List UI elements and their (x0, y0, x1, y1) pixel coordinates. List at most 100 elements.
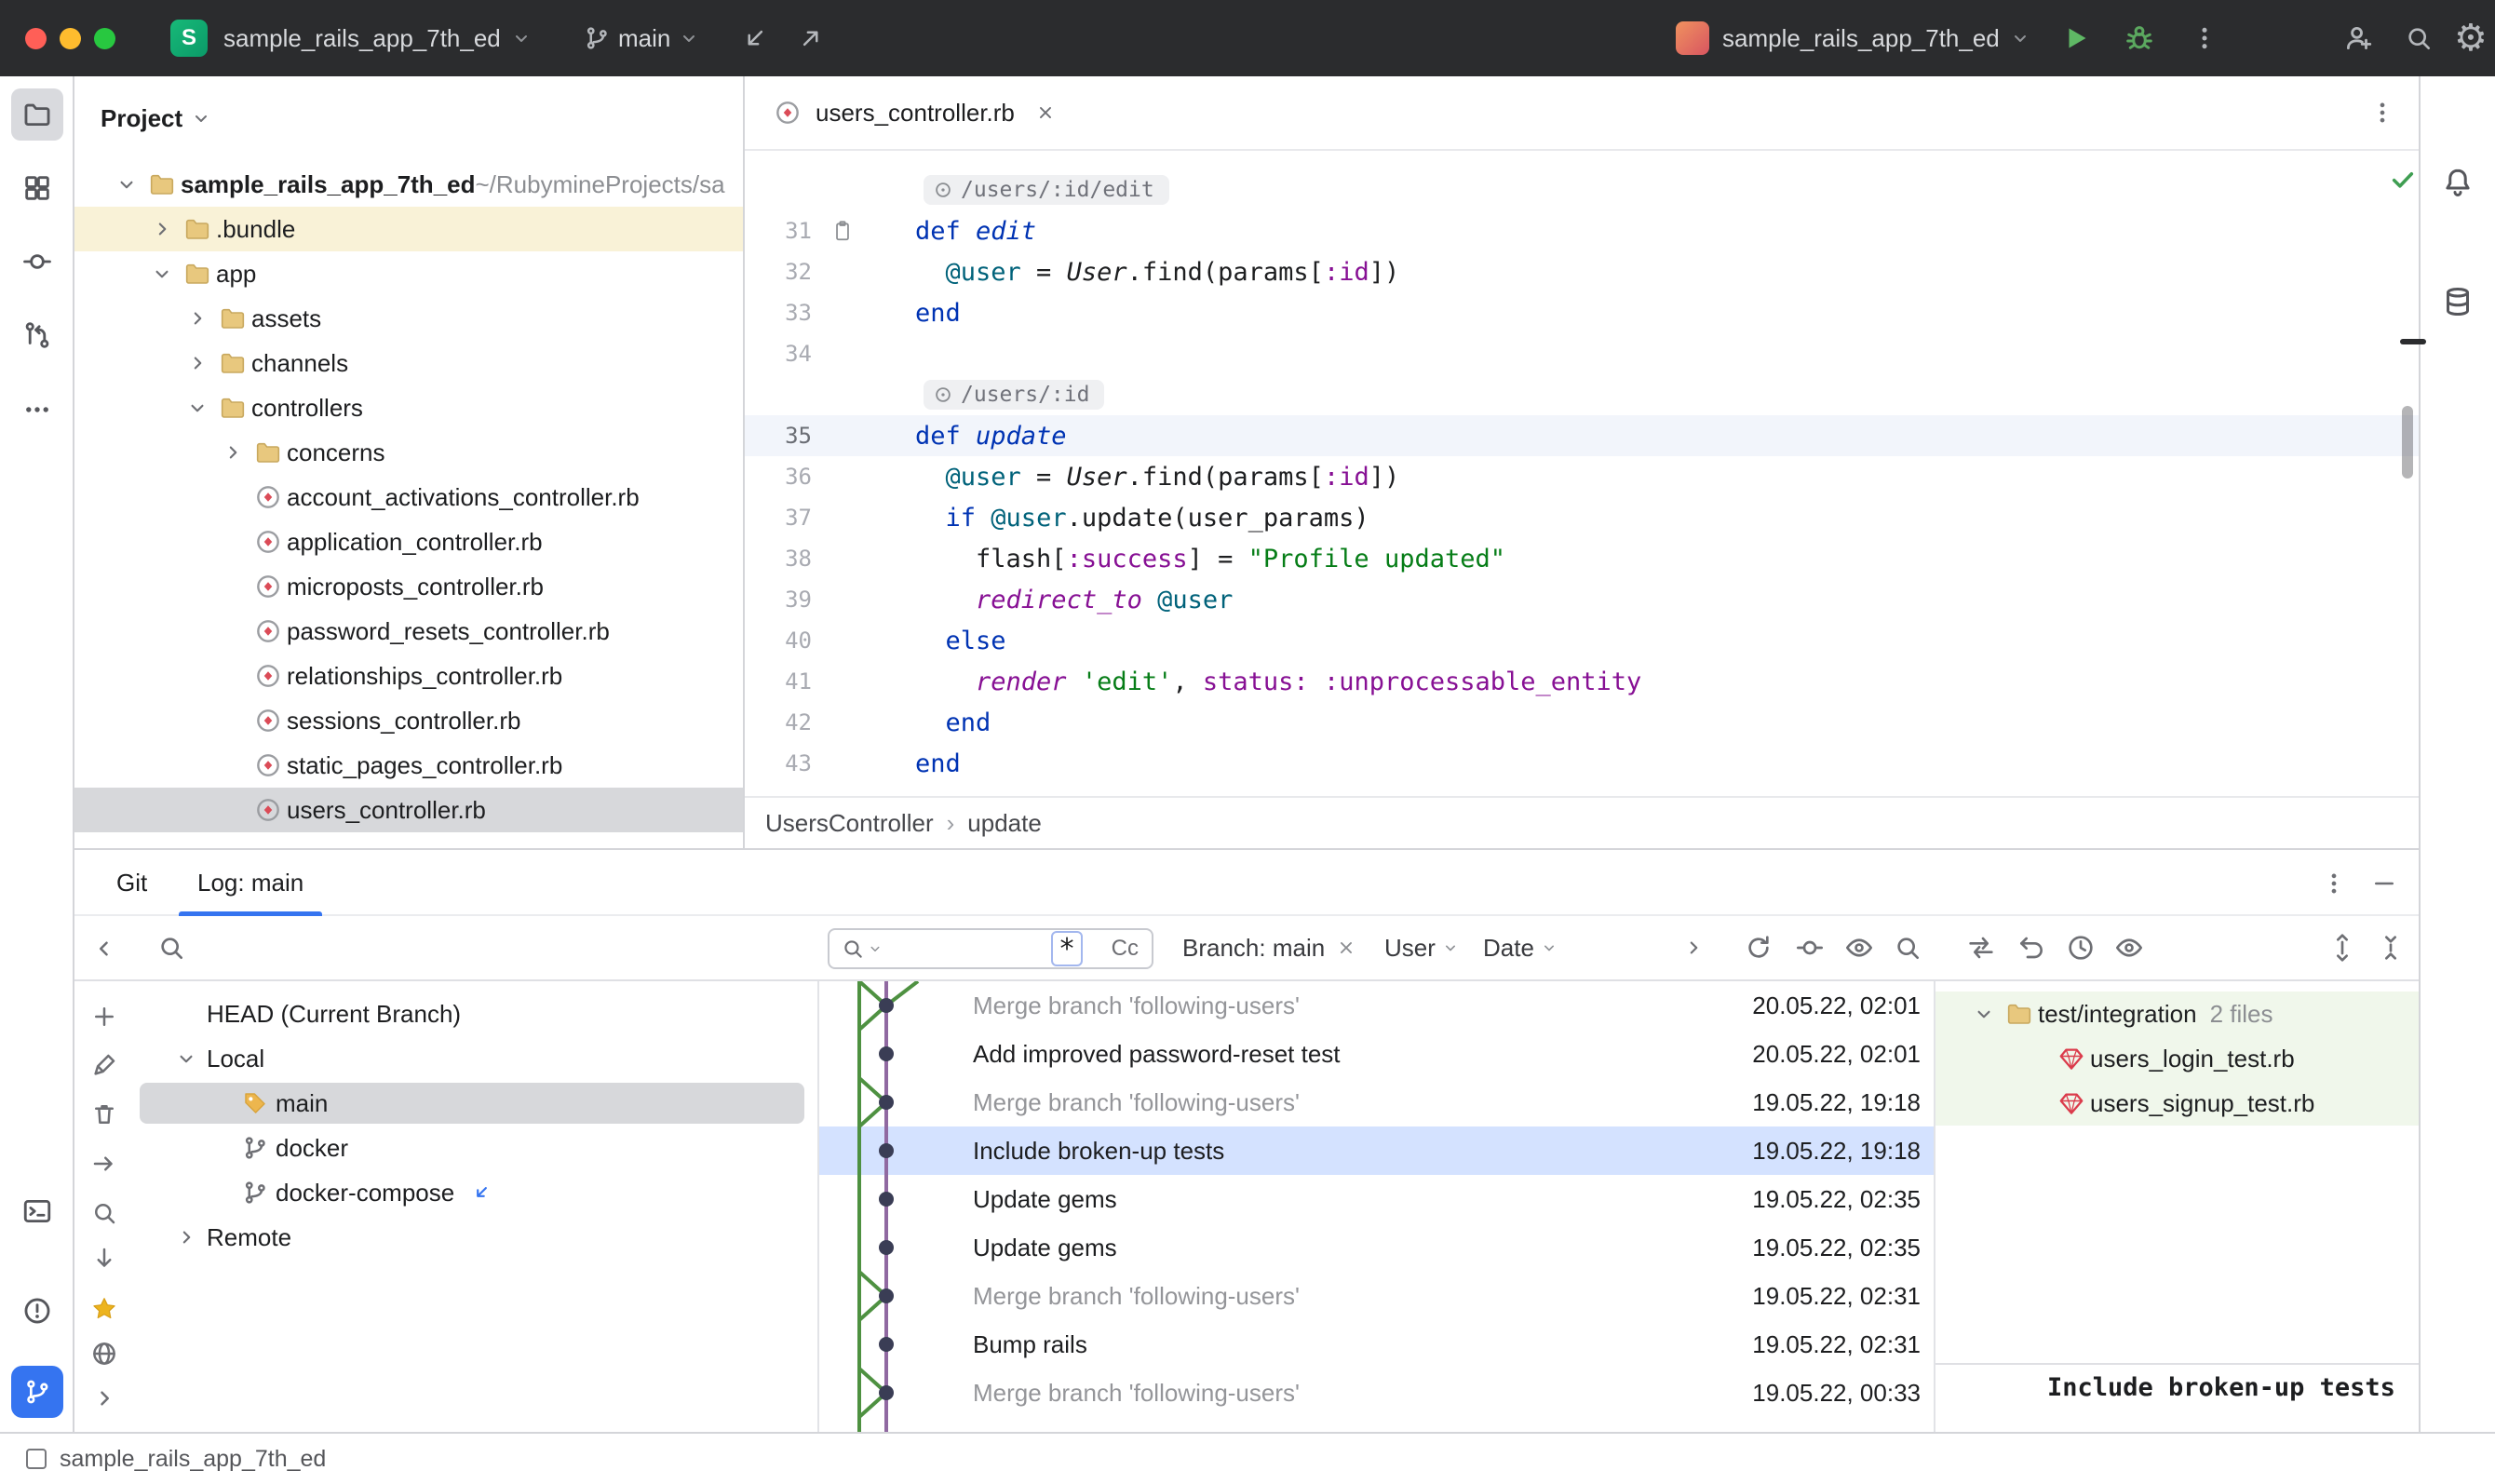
match-case-toggle[interactable]: Cc (1112, 936, 1139, 962)
project-widget[interactable]: sample_rails_app_7th_ed (223, 0, 533, 76)
commit-tool-button[interactable] (11, 236, 63, 288)
favorite-branches-button[interactable] (84, 1288, 125, 1329)
line-number[interactable]: 37 (745, 505, 812, 531)
project-tree-item[interactable]: channels (74, 341, 743, 385)
commit-graph-button[interactable] (1795, 916, 1825, 979)
regex-toggle[interactable]: * (1051, 931, 1083, 966)
line-number[interactable]: 41 (745, 668, 812, 695)
search-branches-button[interactable] (84, 1193, 125, 1234)
editor-tab-options-button[interactable] (2368, 76, 2396, 149)
status-project-widget[interactable]: sample_rails_app_7th_ed (26, 1434, 326, 1484)
clipboard-gutter-icon[interactable] (830, 219, 855, 243)
branch-row[interactable]: docker-compose (134, 1170, 817, 1215)
code-line[interactable]: 34 (745, 333, 2419, 374)
code-line[interactable]: 32 @user = User.find(params[:id]) (745, 251, 2419, 292)
line-number[interactable]: 31 (745, 218, 812, 244)
commit-row[interactable]: Update gems19.05.22, 02:35 (819, 1175, 1934, 1223)
rename-branch-button[interactable] (84, 1045, 125, 1086)
code-line[interactable]: 38 flash[:success] = "Profile updated" (745, 538, 2419, 579)
problems-tool-button[interactable] (11, 1285, 63, 1337)
line-number[interactable]: 33 (745, 300, 812, 326)
fetch-button[interactable] (84, 1238, 125, 1279)
more-run-actions-button[interactable] (2190, 0, 2219, 76)
project-tree-item[interactable]: concerns (74, 430, 743, 475)
changed-file-row[interactable]: users_signup_test.rb (1935, 1081, 2419, 1126)
user-filter[interactable]: User (1384, 916, 1460, 979)
git-panel-options-button[interactable] (2320, 850, 2348, 916)
editor-scrollbar-thumb[interactable] (2402, 406, 2413, 479)
git-tool-button-active[interactable] (11, 1366, 63, 1418)
changed-dir-row[interactable]: test/integration2 files (1935, 992, 2419, 1036)
hide-git-panel-button[interactable] (2370, 850, 2398, 916)
project-tree-item[interactable]: users_controller.rb (74, 788, 743, 832)
line-number[interactable]: 39 (745, 587, 812, 613)
delete-branch-button[interactable] (84, 1094, 125, 1135)
code-editor[interactable]: /users/:id/edit 31def edit32 @user = User… (745, 151, 2419, 796)
expand-all-button[interactable] (2327, 916, 2357, 979)
project-tree-item[interactable]: app (74, 251, 743, 296)
collapse-all-button[interactable] (2376, 916, 2406, 979)
branch-row[interactable]: Remote (134, 1215, 817, 1260)
file-history-button[interactable] (2066, 916, 2096, 979)
editor-tab[interactable]: users_controller.rb (773, 76, 1056, 149)
project-tree-item[interactable]: application_controller.rb (74, 519, 743, 564)
run-button[interactable] (2059, 0, 2093, 76)
minimize-window-button[interactable] (60, 28, 81, 49)
checkout-button[interactable] (84, 1143, 125, 1184)
code-line[interactable]: 43end (745, 743, 2419, 784)
remote-branches-button[interactable] (84, 1333, 125, 1374)
debug-button[interactable] (2123, 0, 2156, 76)
project-tree-item[interactable]: .bundle (74, 207, 743, 251)
close-tab-icon[interactable] (1035, 102, 1056, 123)
more-filters-button[interactable] (1681, 916, 1706, 979)
code-with-me-button[interactable] (2342, 0, 2374, 76)
commit-row[interactable]: Merge branch 'following-users'19.05.22, … (819, 1369, 1934, 1417)
chevron-down-icon[interactable] (1967, 1002, 2001, 1026)
commit-row[interactable]: Bump rails19.05.22, 02:31 (819, 1320, 1934, 1369)
structure-tool-button[interactable] (11, 162, 63, 214)
code-line[interactable]: 36 @user = User.find(params[:id]) (745, 456, 2419, 497)
commit-row[interactable]: Merge branch 'following-users'19.05.22, … (819, 1272, 1934, 1320)
project-tool-button[interactable] (11, 88, 63, 141)
code-line[interactable]: 41 render 'edit', status: :unprocessable… (745, 661, 2419, 702)
code-line[interactable]: 37 if @user.update(user_params) (745, 497, 2419, 538)
code-line[interactable]: 31def edit (745, 210, 2419, 251)
line-number[interactable]: 40 (745, 627, 812, 654)
go-to-hash-button[interactable] (1893, 916, 1922, 979)
hide-branches-button[interactable] (84, 928, 125, 969)
line-number[interactable]: 42 (745, 709, 812, 735)
project-panel-header[interactable]: Project (101, 76, 212, 160)
date-filter[interactable]: Date (1483, 916, 1558, 979)
more-tool-windows-button[interactable] (11, 384, 63, 436)
line-number[interactable]: 43 (745, 750, 812, 776)
inspections-status[interactable] (2389, 166, 2417, 200)
code-line[interactable]: 42 end (745, 702, 2419, 743)
commit-row[interactable]: Merge branch 'following-users'19.05.22, … (819, 1078, 1934, 1126)
branch-row[interactable]: HEAD (Current Branch) (134, 992, 817, 1036)
breadcrumb-class[interactable]: UsersController (765, 809, 934, 838)
new-branch-button[interactable] (84, 996, 125, 1037)
project-tree-item[interactable]: assets (74, 296, 743, 341)
project-tree-item[interactable]: sessions_controller.rb (74, 698, 743, 743)
branches-search-button[interactable] (156, 916, 186, 979)
branch-row[interactable]: Local (134, 1036, 817, 1081)
branch-widget[interactable]: main (583, 0, 700, 76)
branch-row[interactable]: main (134, 1081, 817, 1126)
project-tree-item[interactable]: controllers (74, 385, 743, 430)
pull-requests-tool-button[interactable] (11, 309, 63, 361)
outgoing-commits-button[interactable] (797, 0, 825, 76)
show-diff-preview-button[interactable] (2114, 916, 2144, 979)
line-number[interactable]: 36 (745, 464, 812, 490)
code-line[interactable]: 39 redirect_to @user (745, 579, 2419, 620)
branch-filter[interactable]: Branch: main (1182, 916, 1356, 979)
run-configuration-selector[interactable]: sample_rails_app_7th_ed (1676, 0, 2031, 76)
git-log-tab[interactable]: Log: main (179, 850, 322, 916)
compare-with-local-button[interactable] (1966, 916, 1996, 979)
commit-row[interactable]: Update gems19.05.22, 02:35 (819, 1223, 1934, 1272)
settings-button[interactable]: ⚙ (2454, 0, 2488, 76)
route-chip[interactable]: /users/:id/edit (924, 175, 1169, 205)
preview-diff-button[interactable] (1844, 916, 1874, 979)
editor-split-handle[interactable] (2400, 339, 2426, 344)
commit-row[interactable]: Add improved password-reset test20.05.22… (819, 1030, 1934, 1078)
line-number[interactable]: 35 (745, 423, 812, 449)
